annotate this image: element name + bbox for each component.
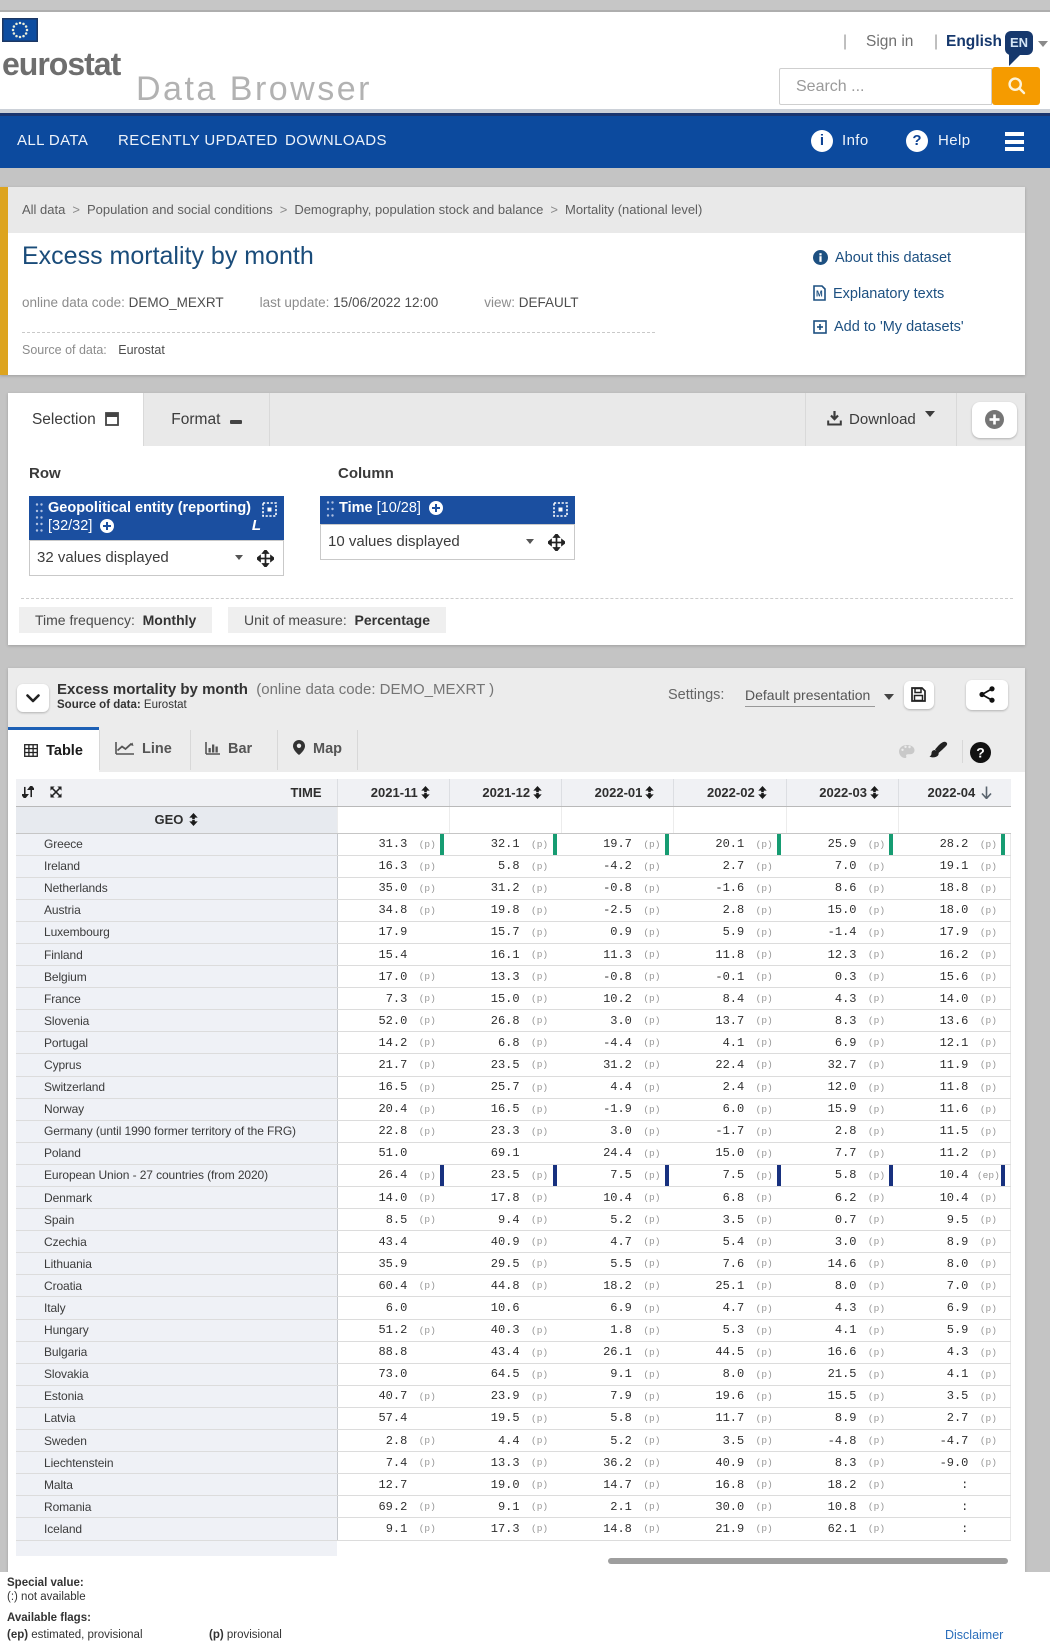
svg-text:M: M: [816, 290, 823, 299]
svg-text:?: ?: [976, 745, 985, 761]
